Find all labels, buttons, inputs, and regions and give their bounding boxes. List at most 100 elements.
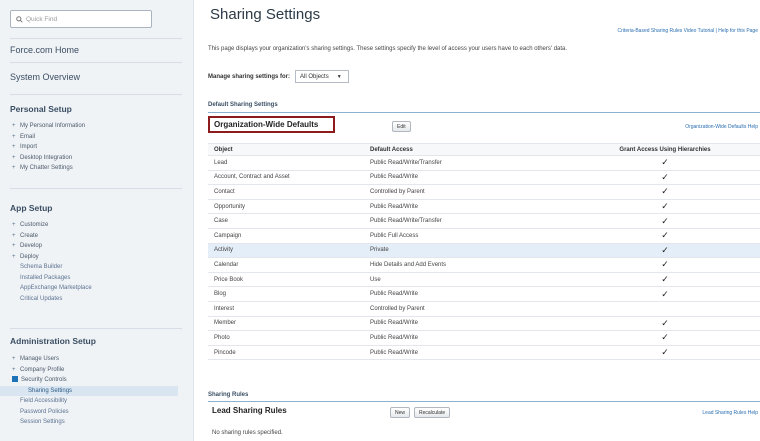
expand-icon: + <box>12 144 16 150</box>
checkmark-icon: ✓ <box>661 157 669 168</box>
org-wide-defaults-help-link[interactable]: Organization-Wide Defaults Help <box>685 124 758 130</box>
column-header-default-access: Default Access <box>370 146 413 153</box>
cell-default-access: Private <box>370 247 389 254</box>
administration-setup-list: + Manage Users + Company Profile Security … <box>0 354 178 428</box>
cell-default-access: Controlled by Parent <box>370 305 425 312</box>
sidebar-item-manage-users[interactable]: + Manage Users <box>12 354 178 365</box>
sidebar-item-password-policies[interactable]: Password Policies <box>12 407 178 418</box>
sidebar-item-schema-builder[interactable]: Schema Builder <box>12 262 92 273</box>
checkmark-icon: ✓ <box>661 186 669 197</box>
manage-sharing-label: Manage sharing settings for: <box>208 73 291 80</box>
object-filter-select[interactable]: All Objects ▼ <box>295 70 349 83</box>
sidebar-item-my-personal-information[interactable]: + My Personal Information <box>12 121 85 132</box>
cell-default-access: Public Read/Write <box>370 203 418 210</box>
cell-default-access: Public Read/Write <box>370 320 418 327</box>
expand-icon: + <box>12 165 16 171</box>
cell-default-access: Hide Details and Add Events <box>370 261 447 268</box>
table-row: Interest Controlled by Parent <box>208 302 760 317</box>
sidebar-item-deploy[interactable]: + Deploy <box>12 252 92 263</box>
app-setup-list: + Customize + Create + Develop + Deploy Sche… <box>12 220 92 304</box>
cell-default-access: Public Read/Write <box>370 174 418 181</box>
sidebar-item-field-accessibility[interactable]: Field Accessibility <box>12 396 178 407</box>
cell-object: Account, Contract and Asset <box>214 174 290 181</box>
cell-default-access: Public Read/Write <box>370 334 418 341</box>
sidebar-item-company-profile[interactable]: + Company Profile <box>12 365 178 376</box>
sidebar-item-appexchange-marketplace[interactable]: AppExchange Marketplace <box>12 283 92 294</box>
expand-icon: + <box>12 232 16 239</box>
checkmark-icon: ✓ <box>661 201 669 212</box>
sidebar-item-desktop-integration[interactable]: + Desktop Integration <box>12 153 85 164</box>
checkmark-icon: ✓ <box>661 259 669 270</box>
cell-object: Member <box>214 320 237 327</box>
system-overview-link[interactable]: System Overview <box>10 72 80 82</box>
cell-object: Price Book <box>214 276 244 283</box>
cell-object: Opportunity <box>214 203 246 210</box>
sidebar-item-import[interactable]: + Import <box>12 142 85 153</box>
object-filter-value: All Objects <box>300 73 329 80</box>
personal-setup-list: + My Personal Information + Email + Import … <box>12 121 85 174</box>
cell-object: Activity <box>214 247 234 254</box>
divider <box>10 328 182 329</box>
new-rule-button[interactable]: New <box>390 407 411 418</box>
cell-object: Interest <box>214 305 235 312</box>
forcecom-home-link[interactable]: Force.com Home <box>10 45 79 55</box>
sidebar-item-develop[interactable]: + Develop <box>12 241 92 252</box>
checkmark-icon: ✓ <box>661 215 669 226</box>
sidebar-item-sharing-settings[interactable]: Sharing Settings <box>0 385 178 396</box>
lead-sharing-rules-help-link[interactable]: Lead Sharing Rules Help <box>702 410 758 416</box>
cell-default-access: Controlled by Parent <box>370 188 425 195</box>
expand-icon: + <box>12 133 16 140</box>
org-wide-defaults-table: Object Default Access Grant Access Using… <box>208 143 760 361</box>
sidebar-item-session-settings[interactable]: Session Settings <box>12 417 178 428</box>
divider <box>10 38 182 39</box>
table-row: Member Public Read/Write ✓ <box>208 317 760 332</box>
cell-object: Calendar <box>214 261 239 268</box>
sidebar-item-critical-updates[interactable]: Critical Updates <box>12 294 92 305</box>
manage-sharing-row: Manage sharing settings for: All Objects… <box>208 70 349 83</box>
cell-object: Case <box>214 218 229 225</box>
table-row: Opportunity Public Read/Write ✓ <box>208 200 760 215</box>
administration-setup-heading: Administration Setup <box>10 336 96 346</box>
expand-icon: + <box>12 243 16 249</box>
sidebar-item-customize[interactable]: + Customize <box>12 220 92 231</box>
sidebar-item-security-controls[interactable]: Security Controls <box>12 375 178 386</box>
table-row: Price Book Use ✓ <box>208 273 760 288</box>
cell-object: Lead <box>214 159 228 166</box>
divider <box>10 94 182 95</box>
main-content: Sharing Settings Criteria-Based Sharing … <box>194 0 760 441</box>
personal-setup-heading: Personal Setup <box>10 104 72 114</box>
table-row: Pincode Public Read/Write ✓ <box>208 346 760 361</box>
cell-default-access: Public Read/Write <box>370 291 418 298</box>
checkmark-icon: ✓ <box>661 274 669 285</box>
checkmark-icon: ✓ <box>661 244 669 255</box>
expand-icon: + <box>12 356 16 362</box>
quick-find-input[interactable]: Quick Find <box>10 10 152 28</box>
cell-default-access: Public Full Access <box>370 232 419 239</box>
section-rule <box>208 112 760 113</box>
sidebar-item-installed-packages[interactable]: Installed Packages <box>12 273 92 284</box>
help-link[interactable]: Criteria-Based Sharing Rules Video Tutor… <box>618 28 758 34</box>
table-row: Calendar Hide Details and Add Events ✓ <box>208 258 760 273</box>
expand-icon: + <box>12 154 16 161</box>
checkmark-icon: ✓ <box>661 230 669 241</box>
sidebar-item-email[interactable]: + Email <box>12 132 85 143</box>
dropdown-arrow-icon: ▼ <box>336 73 342 80</box>
edit-button[interactable]: Edit <box>392 121 411 132</box>
section-rule <box>208 401 760 402</box>
table-row: Lead Public Read/Write/Transfer ✓ <box>208 156 760 171</box>
expand-icon: + <box>12 253 16 260</box>
checkmark-icon: ✓ <box>661 171 669 182</box>
cell-default-access: Use <box>370 276 381 283</box>
recalculate-button[interactable]: Recalculate <box>414 407 451 418</box>
cell-object: Blog <box>214 291 227 298</box>
sidebar-item-create[interactable]: + Create <box>12 231 92 242</box>
expand-icon: + <box>12 123 16 129</box>
quick-find-placeholder: Quick Find <box>26 15 58 23</box>
sidebar-item-my-chatter-settings[interactable]: + My Chatter Settings <box>12 163 85 174</box>
default-sharing-settings-label: Default Sharing Settings <box>208 102 278 108</box>
table-row: Contact Controlled by Parent ✓ <box>208 185 760 200</box>
checkmark-icon: ✓ <box>661 347 669 358</box>
lead-sharing-rules-title: Lead Sharing Rules <box>212 406 287 415</box>
table-row: Photo Public Read/Write ✓ <box>208 331 760 346</box>
table-row: Blog Public Read/Write ✓ <box>208 287 760 302</box>
